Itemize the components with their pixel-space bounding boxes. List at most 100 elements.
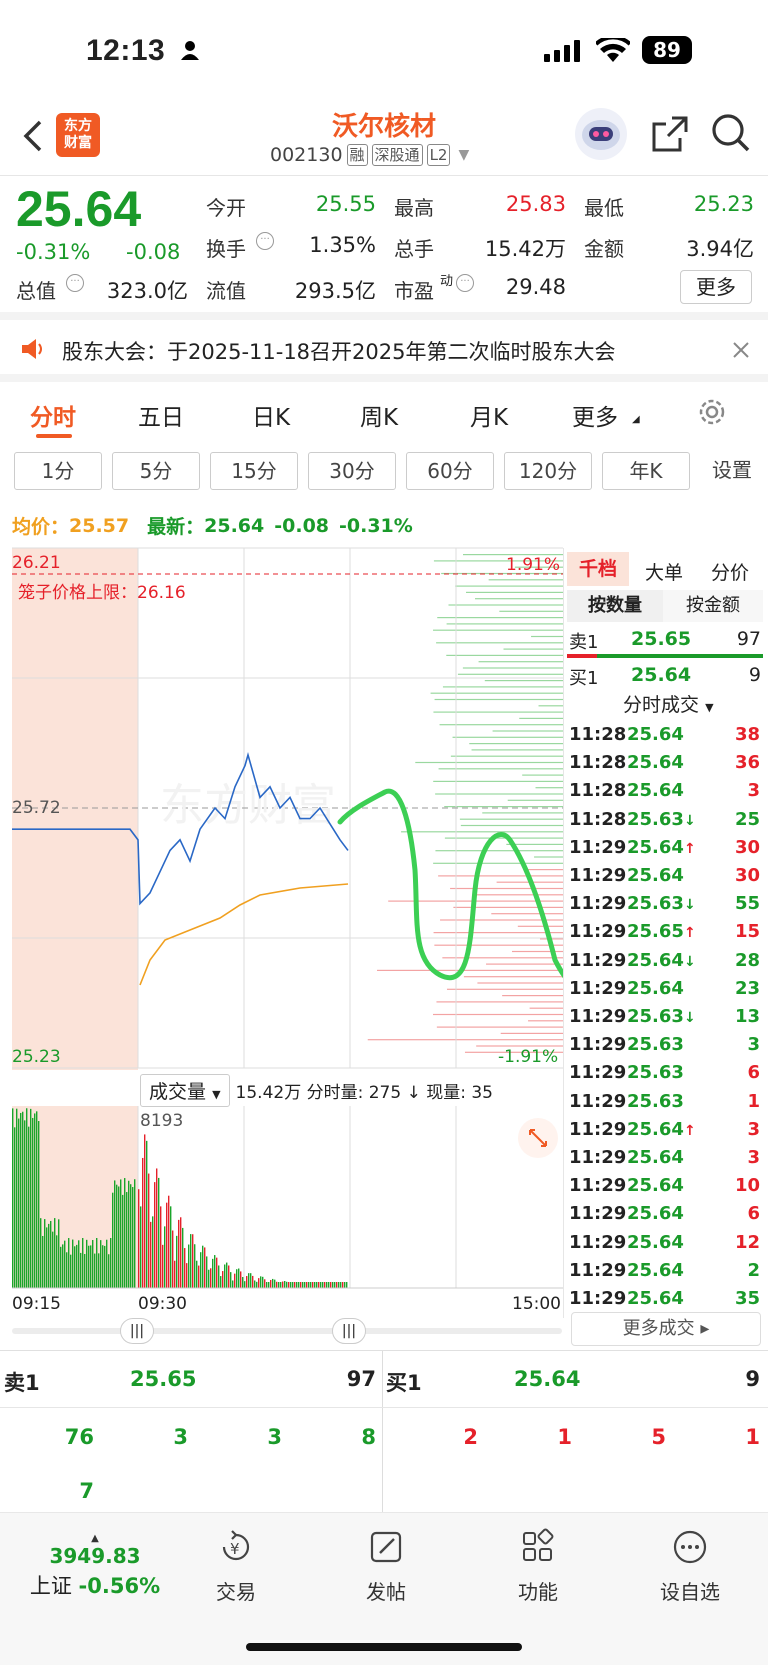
trade-row: 11:29 25.63 1 — [569, 1091, 764, 1119]
trade-row: 11:29 25.63 6 — [569, 1062, 764, 1090]
close-icon[interactable] — [732, 340, 750, 364]
settings-gear-icon[interactable] — [696, 396, 728, 434]
expand-icon[interactable] — [518, 1118, 558, 1158]
nav-add-watch[interactable]: 设自选 — [630, 1527, 750, 1605]
volume-bar — [242, 1276, 244, 1288]
tab-week-k[interactable]: 周K — [360, 398, 398, 432]
intraday-chart[interactable]: 东方财富 26.21 1.91% 笼子价格上限：26.16 25.72 25.2… — [0, 540, 563, 1070]
period-120min[interactable]: 120分 — [504, 452, 592, 490]
trade-price: 25.63↓ — [627, 893, 696, 915]
trades-title[interactable]: 分时成交 ▼ — [623, 690, 714, 717]
trade-time: 11:29 — [569, 1288, 627, 1309]
volume-bar — [244, 1281, 246, 1288]
volume-bar — [112, 1192, 114, 1288]
range-slider[interactable] — [12, 1328, 562, 1334]
tab-day-k[interactable]: 日K — [252, 398, 290, 432]
info-icon[interactable]: ··· — [66, 274, 84, 292]
volume-bar — [310, 1282, 312, 1288]
bottom-bar: ▲ 3949.83 上证 -0.56% ¥ 交易 发帖 功能 设自选 — [0, 1512, 768, 1665]
index-pct: -0.56% — [78, 1574, 161, 1598]
period-60min[interactable]: 60分 — [406, 452, 494, 490]
volume-bar — [176, 1235, 178, 1288]
trade-volume: 13 — [734, 1006, 760, 1027]
info-icon[interactable]: ··· — [256, 232, 274, 250]
subtab-by-count[interactable]: 按数量 — [567, 590, 663, 622]
nav-functions[interactable]: 功能 — [478, 1527, 598, 1605]
period-5min[interactable]: 5分 — [112, 452, 200, 490]
trade-volume: 30 — [734, 836, 760, 858]
index-ticker[interactable]: ▲ 3949.83 上证 -0.56% — [20, 1533, 170, 1600]
trade-row: 11:29 25.64 23 — [569, 978, 764, 1006]
slider-handle-left[interactable]: ||| — [120, 1318, 154, 1344]
depth-bar — [367, 1039, 563, 1041]
depth-bar — [528, 1020, 563, 1022]
robot-avatar-icon[interactable] — [575, 108, 627, 160]
time-start: 09:15 — [12, 1294, 61, 1314]
depth-bar — [436, 642, 563, 644]
book-row-divider — [0, 1407, 768, 1408]
volume-bar — [258, 1278, 260, 1288]
subtab-by-amount[interactable]: 按金额 — [663, 590, 763, 622]
volume-bar — [276, 1281, 278, 1288]
period-15min[interactable]: 15分 — [210, 452, 298, 490]
trade-time: 11:28 — [569, 752, 627, 774]
side-tab-large[interactable]: 大单 — [645, 558, 683, 585]
volume-bar — [226, 1262, 228, 1288]
trade-row: 11:28 25.64 36 — [569, 752, 764, 780]
more-trades-button[interactable]: 更多成交 ▸ — [571, 1312, 761, 1346]
trade-volume: 3 — [747, 1118, 760, 1140]
turnover-label: 换手 — [206, 237, 246, 261]
trade-price: 25.64↓ — [627, 949, 696, 971]
volume-bar — [98, 1253, 100, 1288]
volume-selector[interactable]: 成交量 ▼ — [140, 1074, 230, 1107]
period-1min[interactable]: 1分 — [14, 452, 102, 490]
volume-bar — [18, 1118, 20, 1288]
side-tab-thousand[interactable]: 千档 — [567, 552, 629, 586]
period-year-k[interactable]: 年K — [602, 452, 690, 490]
search-icon[interactable] — [710, 112, 752, 158]
depth-bar — [436, 1001, 563, 1003]
caret-down-icon[interactable]: ▼ — [458, 147, 469, 163]
tab-month-k[interactable]: 月K — [470, 398, 508, 432]
tab-5day[interactable]: 五日 — [138, 398, 184, 432]
trade-price: 25.64↑ — [627, 836, 696, 858]
share-icon[interactable] — [650, 114, 690, 158]
volume-bar — [256, 1281, 258, 1288]
nav-trade[interactable]: ¥ 交易 — [176, 1527, 296, 1605]
notice-bar[interactable]: 股东大会：于2025-11-18召开2025年第二次临时股东大会 — [0, 320, 768, 382]
volume-bar — [96, 1238, 98, 1288]
tab-intraday[interactable]: 分时 — [30, 398, 76, 432]
volume-chart[interactable]: 8193 — [0, 1104, 563, 1290]
y-mid-label: 25.72 — [12, 798, 61, 818]
index-name: 上证 — [29, 1574, 72, 1598]
notice-text: 股东大会：于2025-11-18召开2025年第二次临时股东大会 — [62, 340, 616, 364]
tab-more[interactable]: 更多 — [572, 398, 618, 432]
edit-icon — [370, 1531, 402, 1563]
period-settings[interactable]: 设置 — [698, 452, 766, 490]
index-value: 3949.83 — [49, 1544, 141, 1568]
period-30min[interactable]: 30分 — [308, 452, 396, 490]
volume-bar — [234, 1273, 236, 1288]
volume-bar — [210, 1268, 212, 1288]
nav-post[interactable]: 发帖 — [326, 1527, 446, 1605]
depth-bar — [439, 724, 563, 726]
trade-icon: ¥ — [222, 1530, 250, 1561]
trade-time: 11:29 — [569, 865, 627, 886]
slider-handle-right[interactable]: ||| — [332, 1318, 366, 1344]
trade-row: 11:29 25.63↓ 13 — [569, 1006, 764, 1034]
volume-bar — [284, 1280, 286, 1288]
volume-bar — [326, 1282, 328, 1288]
depth-bar — [500, 1032, 563, 1034]
amount-label: 金额 — [584, 237, 624, 261]
volume-bar — [312, 1282, 314, 1288]
trade-row: 11:28 25.63↓ 25 — [569, 809, 764, 837]
depth-bar — [444, 837, 563, 839]
volume-bar — [32, 1117, 34, 1288]
y-high-label: 26.21 — [12, 553, 61, 573]
trade-time: 11:29 — [569, 1259, 627, 1281]
side-tab-price[interactable]: 分价 — [711, 558, 749, 585]
more-button[interactable]: 更多 — [680, 270, 752, 304]
panel-divider — [563, 548, 564, 1318]
low-value: 25.23 — [693, 192, 754, 216]
depth-bar — [522, 774, 563, 776]
